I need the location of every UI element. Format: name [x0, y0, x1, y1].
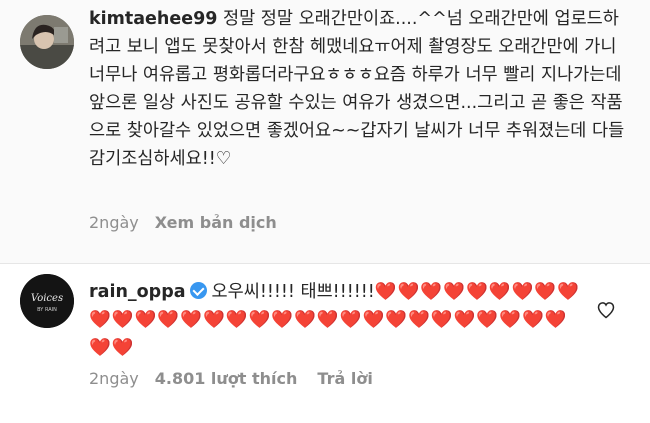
svg-text:BY RAIN: BY RAIN — [37, 307, 57, 313]
translate-link[interactable]: Xem bản dịch — [155, 213, 277, 232]
verified-badge-icon — [189, 282, 207, 299]
comment-body-kimtaehee99: kimtaehee99 정말 정말 오래간만이죠....^^넘 오래간만에 업로… — [89, 5, 629, 173]
comment-time: 2ngày — [89, 213, 139, 232]
username-kimtaehee99[interactable]: kimtaehee99 — [89, 9, 217, 29]
likes-count[interactable]: 4.801 lượt thích — [155, 369, 298, 388]
like-heart-icon[interactable] — [596, 300, 616, 320]
comment-meta-1: 2ngày Xem bản dịch — [89, 213, 277, 232]
reply-button[interactable]: Trả lời — [317, 369, 372, 388]
comment-body-rain-oppa: rain_oppa 오우씨!!!!! 태쁘!!!!!!❤️❤️❤️❤️❤️❤️❤️… — [89, 278, 589, 362]
comment-text-prefix: 오우씨!!!!! 태쁘!!!!!! — [211, 282, 375, 302]
svg-text:Voices: Voices — [31, 293, 63, 304]
comment-meta-2: 2ngày 4.801 lượt thích Trả lời — [89, 369, 373, 388]
comment-time: 2ngày — [89, 369, 139, 388]
avatar-kimtaehee99[interactable] — [20, 15, 74, 69]
avatar-photo-icon — [20, 15, 74, 69]
username-rain-oppa[interactable]: rain_oppa — [89, 282, 186, 302]
avatar-logo-icon: Voices BY RAIN — [20, 274, 74, 328]
avatar-rain-oppa[interactable]: Voices BY RAIN — [20, 274, 74, 328]
comment-text: 정말 정말 오래간만이죠....^^넘 오래간만에 업로드하려고 보니 앱도 못… — [89, 9, 625, 169]
